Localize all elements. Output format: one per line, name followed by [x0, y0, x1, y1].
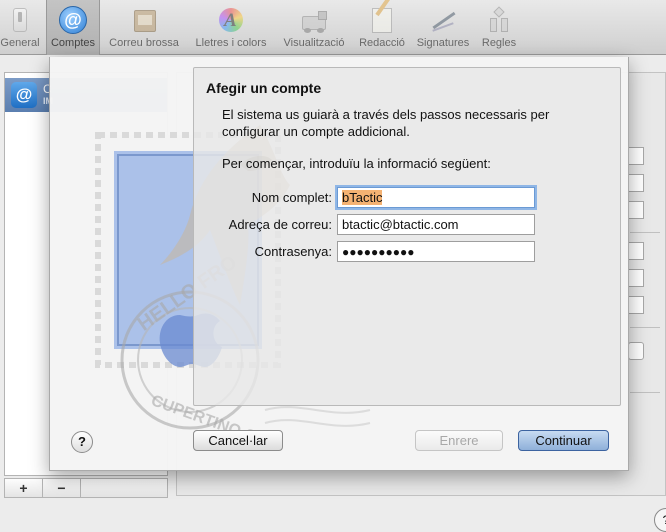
at-icon: @ [11, 82, 37, 108]
fonts-colors-icon: A [217, 6, 245, 34]
toolbar-junk-mail[interactable]: Correu brossa [104, 0, 184, 55]
password-value: ●●●●●●●●●● [342, 245, 415, 259]
password-label: Contrasenya: [254, 244, 332, 259]
background-field [628, 201, 644, 219]
viewing-icon [300, 6, 328, 34]
toolbar-composing-label: Redacció [359, 37, 405, 49]
toolbar-accounts-label: Comptes [50, 37, 96, 49]
remove-account-button[interactable]: − [43, 479, 81, 497]
sheet-title: Afegir un compte [206, 80, 322, 96]
toolbar-fonts-colors-label: Lletres i colors [195, 37, 267, 49]
email-value: btactic@btactic.com [342, 217, 459, 232]
background-field [628, 269, 644, 287]
toolbar-fonts-colors[interactable]: A Lletres i colors [190, 0, 272, 55]
toolbar-rules-label: Regles [481, 37, 517, 49]
password-field[interactable]: ●●●●●●●●●● [337, 241, 535, 262]
toolbar-viewing[interactable]: Visualització [278, 0, 350, 55]
email-label: Adreça de correu: [228, 217, 332, 232]
switch-icon [6, 6, 34, 34]
background-field [628, 296, 644, 314]
full-name-label: Nom complet: [251, 190, 332, 205]
preferences-toolbar: General @ Comptes Correu brossa A Lletre… [0, 0, 666, 55]
background-popup [628, 342, 644, 360]
toolbar-general[interactable]: General [0, 0, 40, 55]
toolbar-general-label: General [0, 37, 40, 49]
junk-mail-icon [130, 6, 158, 34]
toolbar-junk-mail-label: Correu brossa [109, 37, 179, 49]
divider [630, 232, 660, 233]
divider [630, 327, 660, 328]
email-field[interactable]: btactic@btactic.com [337, 214, 535, 235]
background-field [628, 147, 644, 165]
composing-icon [368, 0, 396, 34]
background-field [628, 242, 644, 260]
rules-icon [485, 6, 513, 34]
toolbar-composing[interactable]: Redacció [354, 0, 410, 55]
cancel-button[interactable]: Cancel·lar [193, 430, 283, 451]
full-name-field[interactable]: bTactic [337, 187, 535, 208]
toolbar-accounts[interactable]: @ Comptes [46, 0, 100, 55]
sheet-intro: Per començar, introduïu la informació se… [222, 156, 491, 171]
background-field [628, 174, 644, 192]
full-name-value: bTactic [342, 190, 383, 205]
background-help-button[interactable]: ? [654, 508, 666, 532]
help-button[interactable]: ? [71, 431, 93, 453]
toolbar-signatures-label: Signatures [416, 37, 470, 49]
add-account-form-panel: Afegir un compte El sistema us guiarà a … [193, 67, 621, 406]
back-button[interactable]: Enrere [415, 430, 503, 451]
at-icon: @ [59, 6, 87, 34]
continue-button[interactable]: Continuar [518, 430, 609, 451]
accounts-list-buttons: + − [4, 478, 168, 498]
add-account-sheet: HELLO FRO CUPERTINO CA Afegir un compte … [49, 57, 629, 471]
toolbar-signatures[interactable]: Signatures [412, 0, 474, 55]
divider [630, 392, 660, 393]
signature-icon [429, 6, 457, 34]
toolbar-rules[interactable]: Regles [478, 0, 520, 55]
sheet-description: El sistema us guiarà a través dels passo… [222, 107, 550, 139]
add-account-button[interactable]: + [5, 479, 43, 497]
toolbar-viewing-label: Visualització [283, 37, 345, 49]
